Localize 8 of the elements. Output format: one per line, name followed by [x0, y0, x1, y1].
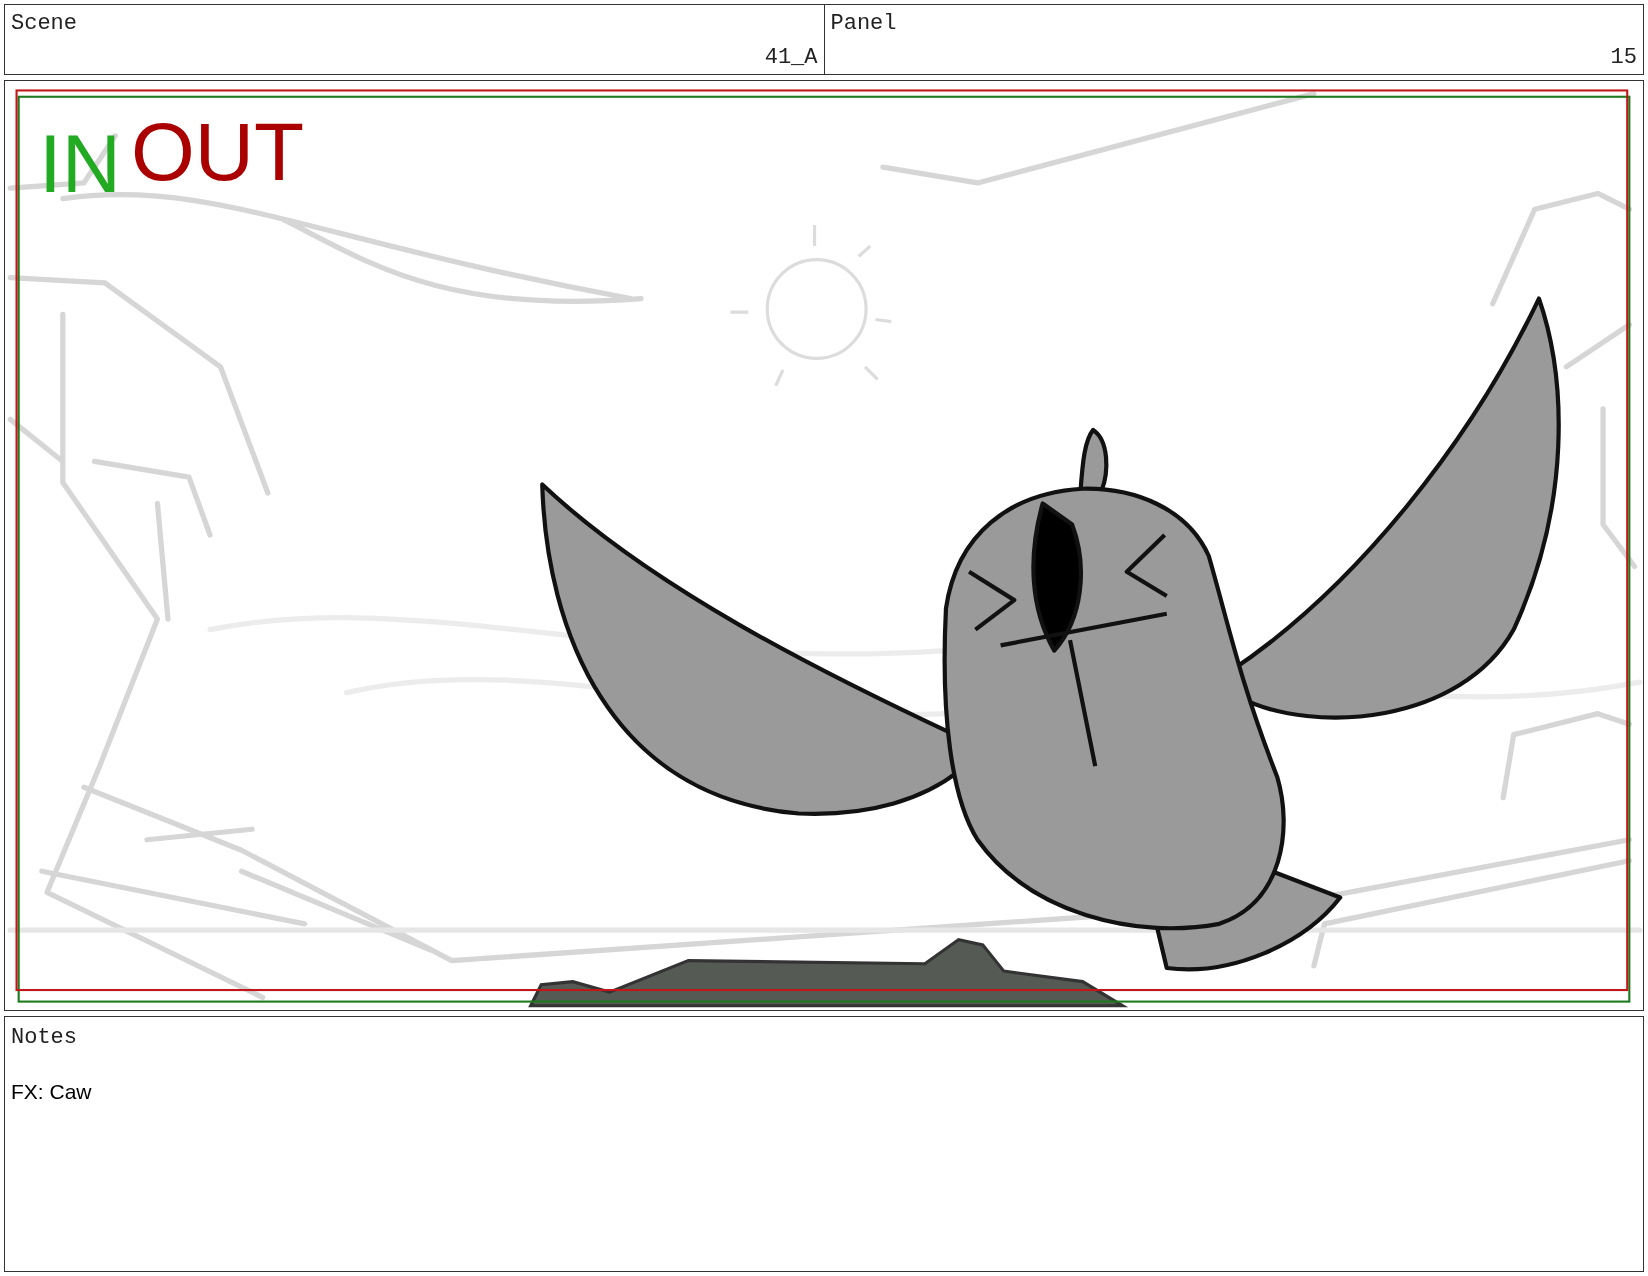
scene-number: 41_A	[764, 45, 818, 70]
scene-label: Scene	[11, 11, 78, 36]
panel-label: Panel	[830, 11, 898, 36]
notes-label: Notes	[11, 1025, 78, 1050]
panel-number: 15	[1610, 45, 1637, 70]
frame-mark: IN	[39, 123, 121, 205]
frame-mark: OUT	[131, 111, 305, 193]
notes-text: FX: Caw	[11, 1080, 93, 1104]
